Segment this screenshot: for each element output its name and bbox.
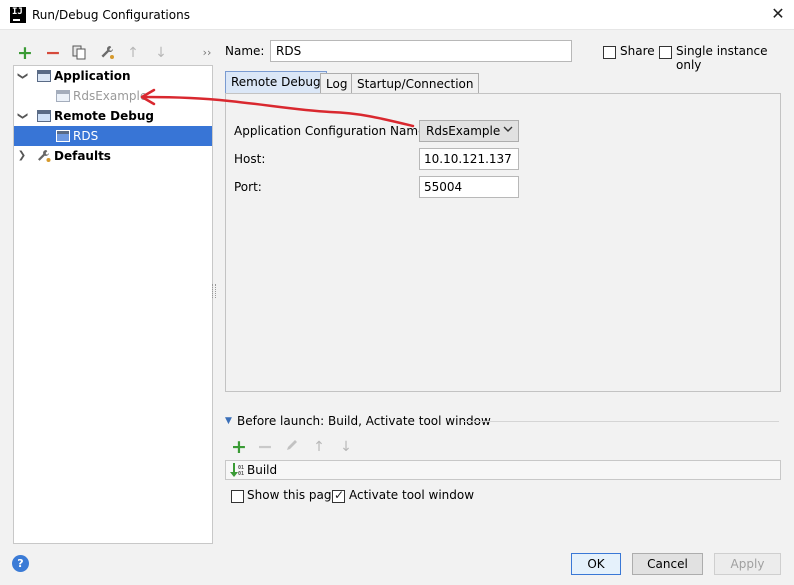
svg-text:01: 01 [238,471,244,477]
configurations-tree[interactable]: ❯ Application RdsExample ❯ Remote Debug … [13,65,213,544]
app-config-name-value: RdsExample [426,124,501,138]
single-instance-label: Single instance only [676,44,768,72]
before-launch-task-list[interactable]: 01 01 Build [225,460,781,480]
port-label: Port: [234,180,262,194]
tree-item-label: RDS [73,129,99,143]
copy-configuration-icon[interactable] [70,44,88,62]
move-task-up-icon[interactable]: ↑ [310,438,328,456]
tree-item-rdsexample[interactable]: RdsExample [14,86,212,106]
tree-item-remote-debug[interactable]: ❯ Remote Debug [14,106,212,126]
panel-splitter[interactable] [212,284,216,298]
tree-item-defaults[interactable]: ❯ Defaults [14,146,212,166]
tree-item-label: Application [54,69,131,83]
share-checkbox[interactable] [603,46,616,59]
add-task-icon[interactable]: + [230,438,248,457]
add-configuration-icon[interactable]: + [16,44,34,63]
tree-item-label: RdsExample [73,89,148,103]
ok-button[interactable]: OK [571,553,621,575]
app-config-name-label: Application Configuration Name: [234,124,430,138]
name-input[interactable] [270,40,572,62]
task-build-label: Build [247,463,278,477]
activate-tool-window-label: Activate tool window [349,488,475,502]
before-launch-collapse-icon[interactable]: ▼ [225,416,232,426]
single-instance-checkbox[interactable] [659,46,672,59]
tree-item-label: Remote Debug [54,109,155,123]
show-this-page-label: Show this page [247,488,339,502]
move-down-icon[interactable]: ↓ [152,44,170,62]
cancel-button[interactable]: Cancel [632,553,703,575]
app-config-name-dropdown[interactable]: RdsExample [419,120,519,142]
tree-item-label: Defaults [54,149,111,163]
show-this-page-checkbox[interactable] [231,490,244,503]
move-up-icon[interactable]: ↑ [124,44,142,62]
apply-button[interactable]: Apply [714,553,781,575]
window-title: Run/Debug Configurations [32,8,190,22]
name-label: Name: [225,44,265,58]
host-label: Host: [234,152,266,166]
move-task-down-icon[interactable]: ↓ [337,438,355,456]
port-input[interactable] [419,176,519,198]
before-launch-divider [462,421,779,422]
build-icon: 01 01 [229,462,245,481]
remote-debug-icon [37,110,51,122]
remove-task-icon[interactable]: − [256,438,274,457]
tab-startup-connection[interactable]: Startup/Connection [351,73,480,93]
tree-item-application[interactable]: ❯ Application [14,66,212,86]
expand-arrow-icon[interactable]: ❯ [12,111,32,121]
tab-remote-debug[interactable]: Remote Debug [225,71,327,93]
remove-configuration-icon[interactable]: − [44,44,62,63]
chevron-down-icon [503,124,513,137]
tree-item-rds[interactable]: RDS [14,126,212,146]
application-icon [37,70,51,82]
expand-arrow-icon[interactable]: ❯ [12,71,32,81]
defaults-wrench-icon [36,149,52,169]
share-label: Share [620,44,655,58]
host-input[interactable] [419,148,519,170]
intellij-app-icon: IJ [10,7,26,23]
application-icon [56,90,70,102]
activate-tool-window-checkbox[interactable] [332,488,345,503]
remote-debug-icon [56,130,70,142]
close-icon[interactable]: ✕ [768,4,788,24]
before-launch-label[interactable]: Before launch: Build, Activate tool wind… [237,414,491,428]
more-actions-icon[interactable]: ›› [198,44,216,62]
edit-defaults-wrench-icon[interactable] [98,44,116,62]
collapse-arrow-icon[interactable]: ❯ [17,146,27,166]
edit-task-pencil-icon[interactable] [283,438,301,456]
help-icon[interactable]: ? [12,555,29,572]
tab-log[interactable]: Log [320,73,354,93]
